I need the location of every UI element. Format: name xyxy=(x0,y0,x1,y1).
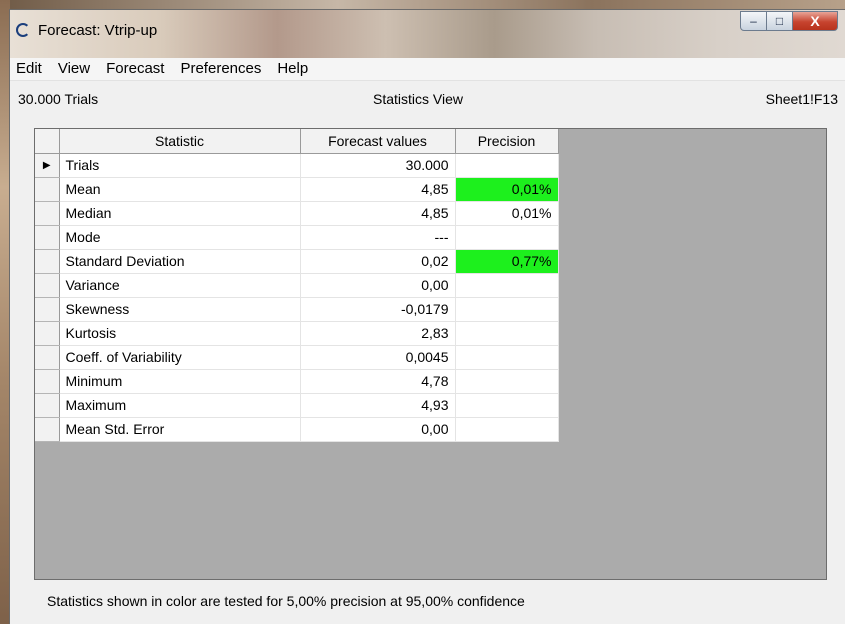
statistic-name-cell[interactable]: Standard Deviation xyxy=(59,249,301,274)
minimize-icon: – xyxy=(750,14,757,28)
table-row[interactable]: Mean Std. Error 0,00 xyxy=(35,417,559,442)
app-ring-icon xyxy=(16,23,30,37)
column-header-statistic[interactable]: Statistic xyxy=(59,129,301,154)
row-selector[interactable]: ▶ xyxy=(35,153,60,178)
grid-corner[interactable] xyxy=(35,129,60,154)
menu-edit[interactable]: Edit xyxy=(10,58,50,80)
statistics-grid[interactable]: Statistic Forecast values Precision ▶ Tri… xyxy=(34,128,827,580)
statistic-name-cell[interactable]: Mean xyxy=(59,177,301,202)
row-selector[interactable] xyxy=(35,273,60,298)
table-row[interactable]: Skewness -0,0179 xyxy=(35,297,559,322)
precision-cell[interactable]: 0,77% xyxy=(455,249,559,274)
menu-bar: Edit View Forecast Preferences Help xyxy=(10,58,845,81)
table-row[interactable]: Minimum 4,78 xyxy=(35,369,559,394)
menu-view[interactable]: View xyxy=(50,58,98,80)
precision-cell[interactable] xyxy=(455,345,559,370)
info-bar: 30.000 Trials Statistics View Sheet1!F13 xyxy=(10,81,845,111)
forecast-value-cell[interactable]: 4,85 xyxy=(300,201,456,226)
forecast-value-cell[interactable]: 0,00 xyxy=(300,417,456,442)
column-header-forecast-values[interactable]: Forecast values xyxy=(300,129,456,154)
statistic-name-cell[interactable]: Kurtosis xyxy=(59,321,301,346)
row-selector[interactable] xyxy=(35,393,60,418)
table-row[interactable]: Variance 0,00 xyxy=(35,273,559,298)
table-row[interactable]: ▶ Trials 30.000 xyxy=(35,153,559,178)
desktop-background-top xyxy=(0,0,845,10)
forecast-value-cell[interactable]: 2,83 xyxy=(300,321,456,346)
table-row[interactable]: Standard Deviation 0,02 0,77% xyxy=(35,249,559,274)
statistics-table: Statistic Forecast values Precision ▶ Tri… xyxy=(35,129,559,442)
forecast-value-cell[interactable]: 30.000 xyxy=(300,153,456,178)
forecast-value-cell[interactable]: -0,0179 xyxy=(300,297,456,322)
window-controls: – □ X xyxy=(740,11,838,31)
view-name: Statistics View xyxy=(373,91,463,107)
row-selector[interactable] xyxy=(35,417,60,442)
statistic-name-cell[interactable]: Minimum xyxy=(59,369,301,394)
table-row[interactable]: Kurtosis 2,83 xyxy=(35,321,559,346)
row-selector[interactable] xyxy=(35,249,60,274)
precision-cell[interactable] xyxy=(455,153,559,178)
window-title: Forecast: Vtrip-up xyxy=(38,22,158,39)
precision-cell[interactable] xyxy=(455,225,559,250)
precision-cell[interactable] xyxy=(455,273,559,298)
forecast-value-cell[interactable]: --- xyxy=(300,225,456,250)
precision-cell[interactable] xyxy=(455,369,559,394)
row-selector[interactable] xyxy=(35,201,60,226)
statistic-name-cell[interactable]: Mode xyxy=(59,225,301,250)
forecast-value-cell[interactable]: 0,02 xyxy=(300,249,456,274)
forecast-window: Forecast: Vtrip-up – □ X Edit View Forec… xyxy=(10,10,845,624)
current-row-indicator-icon: ▶ xyxy=(42,159,51,171)
table-row[interactable]: Mean 4,85 0,01% xyxy=(35,177,559,202)
table-row[interactable]: Coeff. of Variability 0,0045 xyxy=(35,345,559,370)
row-selector[interactable] xyxy=(35,345,60,370)
menu-forecast[interactable]: Forecast xyxy=(98,58,172,80)
maximize-icon: □ xyxy=(775,14,784,28)
precision-cell[interactable] xyxy=(455,297,559,322)
row-selector[interactable] xyxy=(35,321,60,346)
table-row[interactable]: Mode --- xyxy=(35,225,559,250)
desktop-background-left xyxy=(0,0,10,624)
row-selector[interactable] xyxy=(35,297,60,322)
precision-cell[interactable]: 0,01% xyxy=(455,201,559,226)
statistics-table-body: ▶ Trials 30.000 Mean 4,85 0,01% Median 4,85 0,01… xyxy=(35,153,559,442)
maximize-button[interactable]: □ xyxy=(767,11,793,31)
table-row[interactable]: Maximum 4,93 xyxy=(35,393,559,418)
statistic-name-cell[interactable]: Variance xyxy=(59,273,301,298)
table-row[interactable]: Median 4,85 0,01% xyxy=(35,201,559,226)
forecast-value-cell[interactable]: 4,78 xyxy=(300,369,456,394)
precision-cell[interactable] xyxy=(455,417,559,442)
forecast-value-cell[interactable]: 0,0045 xyxy=(300,345,456,370)
row-selector[interactable] xyxy=(35,225,60,250)
statistic-name-cell[interactable]: Mean Std. Error xyxy=(59,417,301,442)
minimize-button[interactable]: – xyxy=(740,11,767,31)
title-bar[interactable]: Forecast: Vtrip-up – □ X xyxy=(10,10,845,58)
close-button[interactable]: X xyxy=(793,11,838,31)
menu-preferences[interactable]: Preferences xyxy=(172,58,269,80)
statistic-name-cell[interactable]: Maximum xyxy=(59,393,301,418)
row-selector[interactable] xyxy=(35,177,60,202)
forecast-value-cell[interactable]: 4,93 xyxy=(300,393,456,418)
precision-cell[interactable] xyxy=(455,393,559,418)
statistic-name-cell[interactable]: Coeff. of Variability xyxy=(59,345,301,370)
menu-help[interactable]: Help xyxy=(269,58,316,80)
precision-cell[interactable] xyxy=(455,321,559,346)
close-icon: X xyxy=(810,13,820,29)
forecast-value-cell[interactable]: 0,00 xyxy=(300,273,456,298)
precision-cell[interactable]: 0,01% xyxy=(455,177,559,202)
statistic-name-cell[interactable]: Trials xyxy=(59,153,301,178)
forecast-value-cell[interactable]: 4,85 xyxy=(300,177,456,202)
precision-footnote: Statistics shown in color are tested for… xyxy=(47,593,525,609)
table-header-row: Statistic Forecast values Precision xyxy=(35,129,559,154)
column-header-precision[interactable]: Precision xyxy=(455,129,559,154)
statistic-name-cell[interactable]: Median xyxy=(59,201,301,226)
cell-reference: Sheet1!F13 xyxy=(765,91,838,107)
row-selector[interactable] xyxy=(35,369,60,394)
trials-count: 30.000 Trials xyxy=(18,91,99,107)
statistic-name-cell[interactable]: Skewness xyxy=(59,297,301,322)
